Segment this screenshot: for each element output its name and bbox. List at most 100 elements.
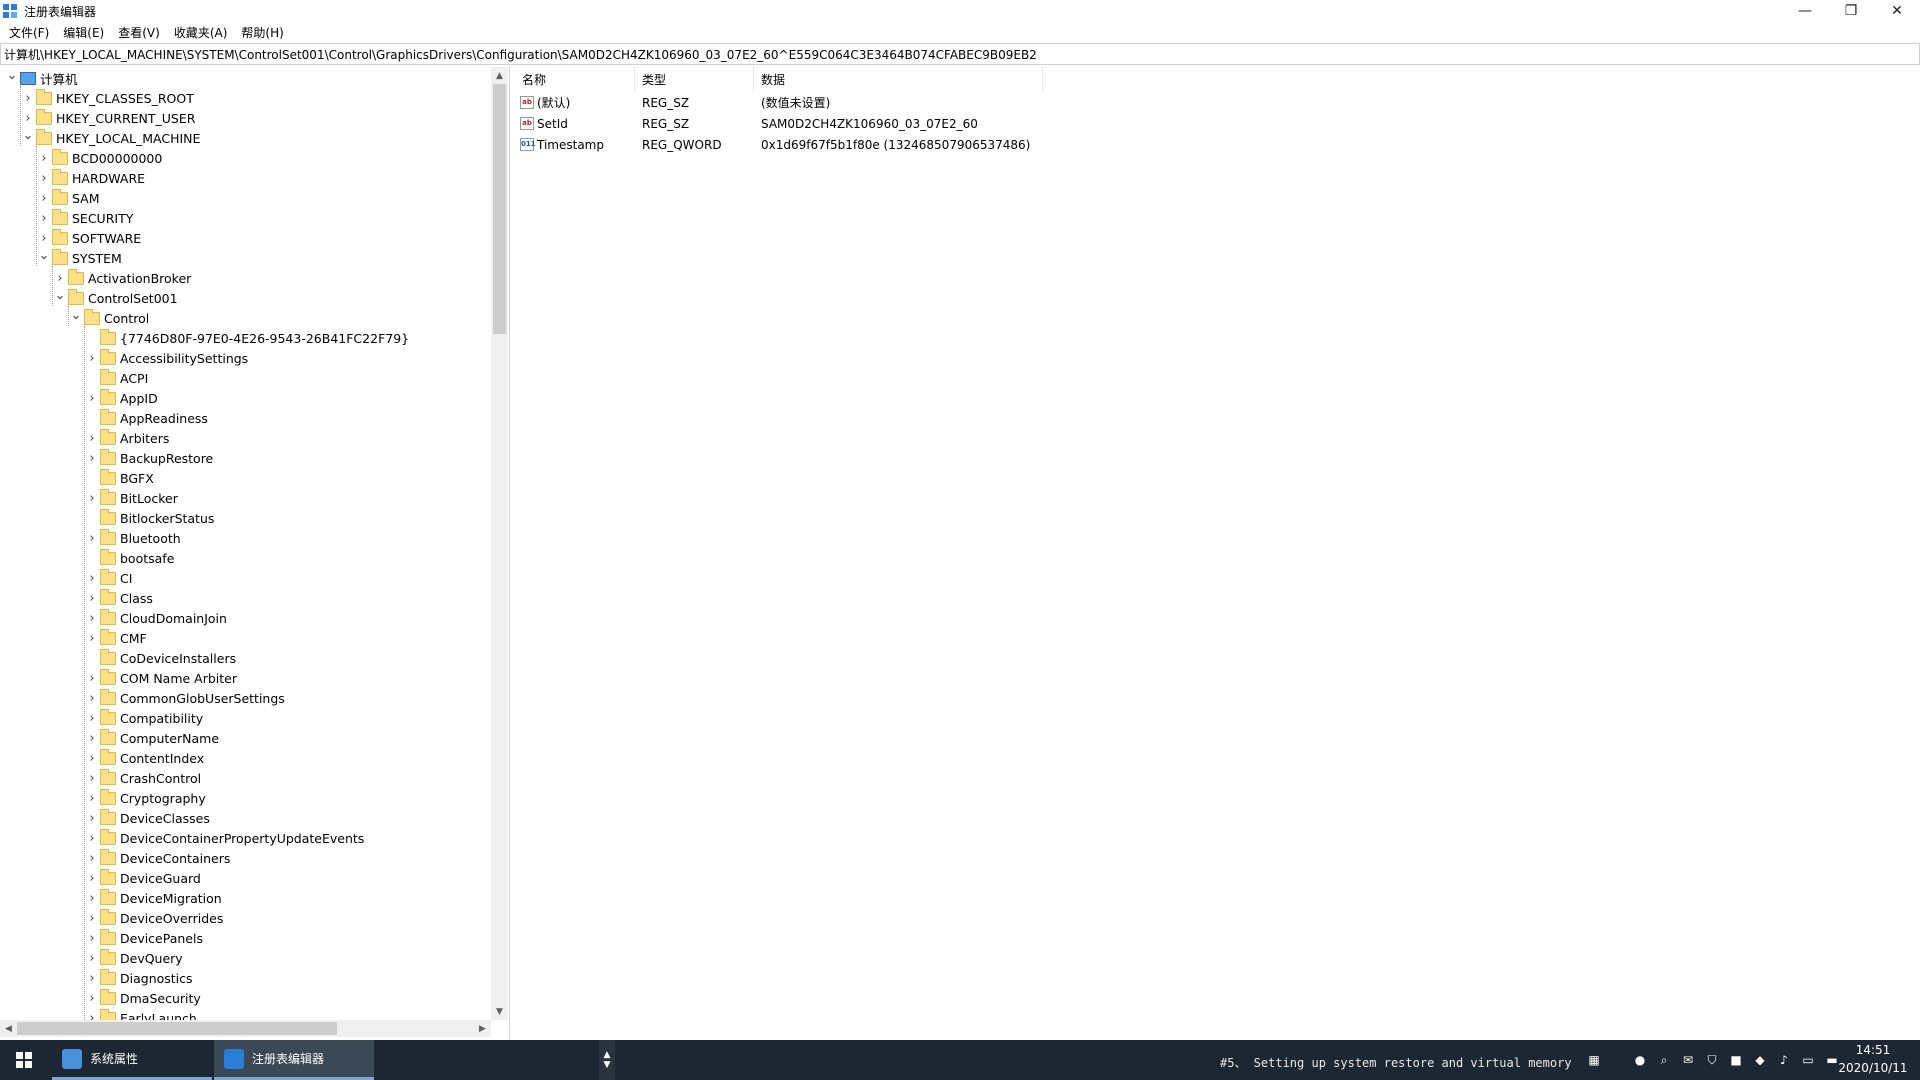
taskbar-system-properties[interactable]: 系统属性 (52, 1040, 212, 1080)
tree-node[interactable]: › Cryptography (84, 788, 206, 808)
tree-node[interactable]: › EarlyLaunch (84, 1008, 197, 1020)
value-row[interactable]: ab SetId REG_SZ SAM0D2CH4ZK106960_03_07E2… (515, 113, 978, 134)
tree-node[interactable]: › AccessibilitySettings (84, 348, 248, 368)
chevron-down-icon[interactable]: ⌄ (4, 67, 20, 85)
tree-node[interactable]: › DevQuery (84, 948, 183, 968)
tree-node[interactable]: › CrashControl (84, 768, 201, 788)
tree-node[interactable]: ACPI (84, 368, 148, 388)
tree-node[interactable]: › DeviceGuard (84, 868, 201, 888)
taskbar-regedit[interactable]: 注册表编辑器 (214, 1040, 374, 1080)
column-header-name[interactable]: 名称 (515, 67, 635, 91)
taskbar-clock[interactable]: 14:51 2020/10/11 (1838, 1041, 1908, 1077)
chevron-right-icon[interactable]: › (84, 808, 100, 828)
tree-node[interactable]: ⌄ SYSTEM (36, 248, 122, 268)
tree-node[interactable]: › CommonGlobUserSettings (84, 688, 285, 708)
scroll-left-icon[interactable]: ◀ (0, 1020, 17, 1037)
tree-node[interactable]: › AppID (84, 388, 158, 408)
chevron-right-icon[interactable]: › (84, 588, 100, 608)
tree-horizontal-scrollbar[interactable]: ◀ ▶ (0, 1020, 491, 1037)
tree-node[interactable]: ⌄ HKEY_LOCAL_MACHINE (20, 125, 201, 148)
scroll-right-icon[interactable]: ▶ (474, 1020, 491, 1037)
app-tray-icon[interactable]: ■ (1727, 1051, 1745, 1069)
chevron-right-icon[interactable]: › (84, 668, 100, 688)
chevron-right-icon[interactable]: › (84, 488, 100, 508)
tree-node[interactable]: › SECURITY (36, 208, 133, 228)
tree-node[interactable]: › ContentIndex (84, 748, 204, 768)
menu-file[interactable]: 文件(F) (2, 24, 56, 41)
tree-node[interactable]: ⌄ 计算机 (4, 68, 78, 88)
tree-node[interactable]: › DeviceContainers (84, 848, 230, 868)
tree-node[interactable]: › Class (84, 588, 153, 608)
tree-node[interactable]: bootsafe (84, 548, 174, 568)
chevron-down-icon[interactable]: ⌄ (20, 125, 36, 145)
tree-node[interactable]: › HKEY_CLASSES_ROOT (20, 88, 194, 108)
tree-node[interactable]: CoDeviceInstallers (84, 648, 236, 668)
tree-node[interactable]: › CMF (84, 628, 147, 648)
chevron-right-icon[interactable]: › (84, 888, 100, 908)
chevron-down-icon[interactable]: ⌄ (52, 285, 68, 305)
column-header-type[interactable]: 类型 (635, 67, 754, 91)
chevron-up-icon[interactable]: ▲ (604, 1050, 611, 1060)
value-row[interactable]: 011 Timestamp REG_QWORD 0x1d69f67f5b1f80e… (515, 134, 1030, 155)
chevron-right-icon[interactable]: › (36, 168, 52, 188)
tree-node[interactable]: › DeviceOverrides (84, 908, 223, 928)
tree-node[interactable]: › Bluetooth (84, 528, 181, 548)
tree-node[interactable]: › BitLocker (84, 488, 178, 508)
menu-help[interactable]: 帮助(H) (234, 24, 290, 41)
tree-node[interactable]: › HARDWARE (36, 168, 145, 188)
tree-node[interactable]: › COM Name Arbiter (84, 668, 237, 688)
start-button[interactable] (0, 1040, 48, 1080)
chevron-right-icon[interactable]: › (84, 388, 100, 408)
tree-node[interactable]: › Diagnostics (84, 968, 193, 988)
scroll-thumb[interactable] (17, 1022, 337, 1035)
chevron-right-icon[interactable]: › (84, 528, 100, 548)
chevron-right-icon[interactable]: › (84, 448, 100, 468)
qq-icon[interactable]: ● (1631, 1051, 1649, 1069)
tree-node[interactable]: › Arbiters (84, 428, 169, 448)
chevron-right-icon[interactable]: › (84, 848, 100, 868)
chevron-right-icon[interactable]: › (84, 748, 100, 768)
tree-node[interactable]: BGFX (84, 468, 154, 488)
scroll-down-icon[interactable]: ▼ (491, 1003, 508, 1020)
chevron-right-icon[interactable]: › (84, 928, 100, 948)
tree-node[interactable]: › HKEY_CURRENT_USER (20, 108, 195, 128)
tree-node[interactable]: BitlockerStatus (84, 508, 214, 528)
tree-node[interactable]: › DeviceClasses (84, 808, 210, 828)
chevron-right-icon[interactable]: › (84, 1008, 100, 1021)
scroll-thumb[interactable] (493, 84, 506, 334)
chevron-right-icon[interactable]: › (84, 868, 100, 888)
taskbar-pager[interactable]: ▲ ▼ (599, 1040, 615, 1080)
tree-node[interactable]: › CloudDomainJoin (84, 608, 227, 628)
volume-icon[interactable]: ♪ (1775, 1051, 1793, 1069)
search-icon[interactable]: ⌕ (1655, 1051, 1673, 1069)
tree-node[interactable]: › DmaSecurity (84, 988, 201, 1008)
tree-node[interactable]: › BCD00000000 (36, 148, 162, 168)
close-button[interactable]: ✕ (1874, 0, 1920, 22)
chevron-right-icon[interactable]: › (36, 208, 52, 228)
menu-edit[interactable]: 编辑(E) (56, 24, 111, 41)
chevron-down-icon[interactable]: ⌄ (36, 245, 52, 265)
tree-node[interactable]: › SAM (36, 188, 100, 208)
chevron-right-icon[interactable]: › (84, 988, 100, 1008)
chevron-right-icon[interactable]: › (84, 628, 100, 648)
tree-node[interactable]: › DevicePanels (84, 928, 203, 948)
tree-node[interactable]: › ActivationBroker (52, 268, 191, 288)
menu-view[interactable]: 查看(V) (111, 24, 167, 41)
tree-node[interactable]: › DeviceContainerPropertyUpdateEvents (84, 828, 364, 848)
chevron-right-icon[interactable]: › (84, 348, 100, 368)
tree-node[interactable]: › DeviceMigration (84, 888, 222, 908)
chevron-right-icon[interactable]: › (84, 728, 100, 748)
chevron-right-icon[interactable]: › (84, 968, 100, 988)
chevron-down-icon[interactable]: ▼ (604, 1060, 611, 1070)
tree-node[interactable]: › CI (84, 568, 132, 588)
network-icon[interactable]: ▭ (1799, 1051, 1817, 1069)
chevron-right-icon[interactable]: › (84, 948, 100, 968)
tree-node[interactable]: › ComputerName (84, 728, 219, 748)
shield-icon[interactable]: ⛉ (1703, 1051, 1721, 1069)
chevron-right-icon[interactable]: › (84, 608, 100, 628)
chevron-right-icon[interactable]: › (84, 828, 100, 848)
chevron-right-icon[interactable]: › (84, 568, 100, 588)
nvidia-icon[interactable]: ◆ (1751, 1051, 1769, 1069)
chevron-right-icon[interactable]: › (84, 708, 100, 728)
keyboard-icon[interactable]: ▦ (1585, 1051, 1603, 1069)
